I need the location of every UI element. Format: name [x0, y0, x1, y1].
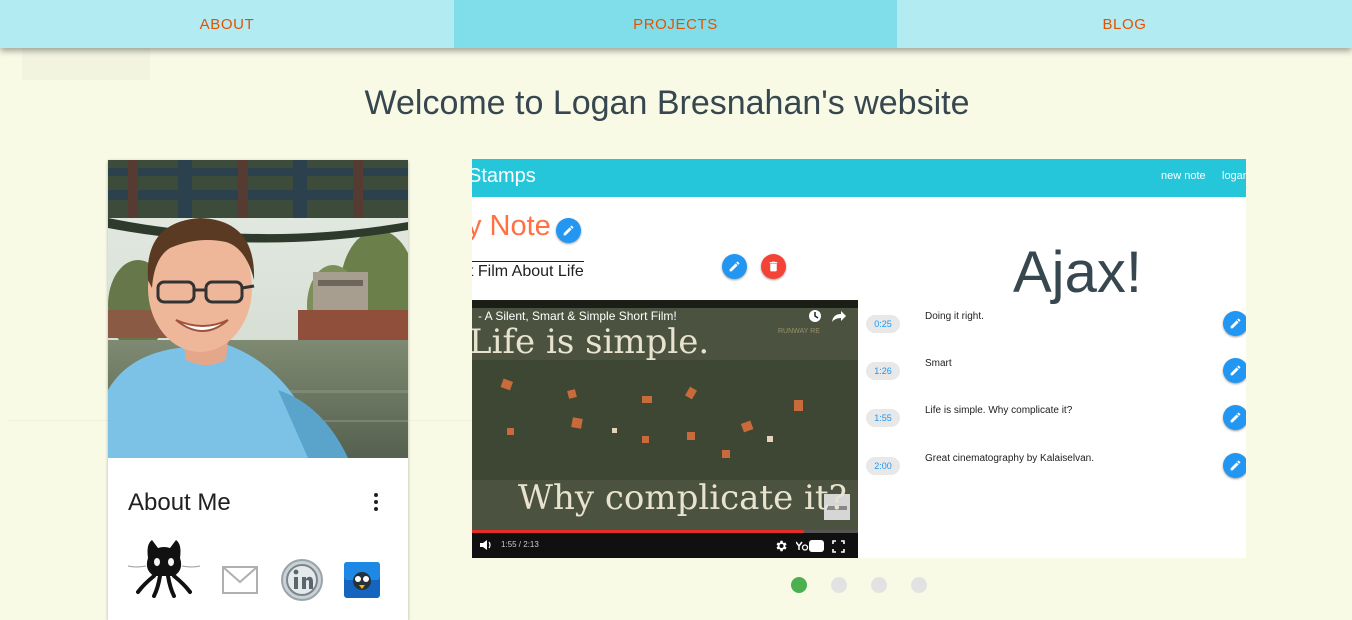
- edit-stamp-button[interactable]: [1223, 405, 1246, 430]
- stamp-row: 1:55 Life is simple. Why complicate it?: [866, 405, 1246, 435]
- tab-blog[interactable]: BLOG: [897, 0, 1352, 48]
- pencil-icon: [563, 225, 574, 236]
- note-title: y Note: [472, 210, 551, 242]
- trash-icon: [769, 261, 778, 272]
- video-time: 1:55 / 2:13: [501, 540, 539, 549]
- stamp-text: Doing it right.: [925, 311, 984, 322]
- blog-icon[interactable]: [344, 562, 380, 598]
- video-player[interactable]: - A Silent, Smart & Simple Short Film! R…: [472, 300, 858, 558]
- profile-photo: [108, 160, 408, 458]
- about-card: About Me: [108, 160, 408, 620]
- volume-icon[interactable]: [479, 539, 493, 551]
- fullscreen-icon[interactable]: [832, 540, 845, 553]
- carousel-dot-4[interactable]: [911, 577, 927, 593]
- stamp-text: Smart: [925, 358, 952, 369]
- share-icon[interactable]: [831, 308, 847, 324]
- settings-gear-icon[interactable]: [774, 539, 788, 553]
- linkedin-icon[interactable]: [280, 558, 324, 602]
- app-bar: Stamps new note logan: [472, 159, 1246, 197]
- youtube-logo-icon[interactable]: [796, 540, 824, 552]
- stamp-row: 1:26 Smart: [866, 358, 1246, 388]
- video-title: - A Silent, Smart & Simple Short Film!: [478, 309, 677, 323]
- stamp-row: 2:00 Great cinematography by Kalaiselvan…: [866, 453, 1246, 483]
- tab-projects[interactable]: PROJECTS: [454, 0, 897, 48]
- stamp-time-chip[interactable]: 2:00: [866, 457, 900, 475]
- clock-icon[interactable]: [807, 308, 823, 324]
- edit-film-button[interactable]: [722, 254, 747, 279]
- delete-film-button[interactable]: [761, 254, 786, 279]
- edit-stamp-button[interactable]: [1223, 358, 1246, 383]
- stamp-row: 0:25 Doing it right.: [866, 311, 1246, 341]
- video-caption-1: Life is simple.: [472, 322, 710, 362]
- stamp-time-chip[interactable]: 0:25: [866, 315, 900, 333]
- film-name: t Film About Life: [472, 261, 584, 281]
- carousel-dot-1[interactable]: [791, 577, 807, 593]
- page-title: Welcome to Logan Bresnahan's website: [364, 84, 970, 122]
- pencil-icon: [1230, 412, 1241, 423]
- email-icon[interactable]: [222, 566, 258, 594]
- edit-stamp-button[interactable]: [1223, 311, 1246, 336]
- pencil-icon: [729, 261, 740, 272]
- pencil-icon: [1230, 318, 1241, 329]
- top-nav: ABOUT PROJECTS BLOG: [0, 0, 1352, 48]
- ajax-label: Ajax!: [1013, 240, 1142, 305]
- stamp-text: Life is simple. Why complicate it?: [925, 405, 1073, 416]
- edit-title-button[interactable]: [556, 218, 581, 243]
- more-vert-icon[interactable]: [366, 490, 386, 516]
- stamp-time-chip[interactable]: 1:26: [866, 362, 900, 380]
- pencil-icon: [1230, 365, 1241, 376]
- pencil-icon: [1230, 460, 1241, 471]
- stamp-text: Great cinematography by Kalaiselvan.: [925, 453, 1094, 464]
- stamp-time-chip[interactable]: 1:55: [866, 409, 900, 427]
- carousel-dot-3[interactable]: [871, 577, 887, 593]
- new-note-link[interactable]: new note: [1161, 170, 1206, 182]
- github-icon[interactable]: [126, 536, 202, 598]
- edit-stamp-button[interactable]: [1223, 453, 1246, 478]
- channel-watermark: RUNWAY RE: [778, 328, 820, 335]
- video-caption-2: Why complicate it?: [518, 478, 847, 518]
- app-brand: Stamps: [472, 165, 536, 187]
- carousel-dot-2[interactable]: [831, 577, 847, 593]
- user-link[interactable]: logan: [1222, 170, 1246, 182]
- about-me-title: About Me: [128, 489, 231, 516]
- tab-about[interactable]: ABOUT: [0, 0, 454, 48]
- project-screenshot: Stamps new note logan y Note t Film Abou…: [472, 159, 1246, 558]
